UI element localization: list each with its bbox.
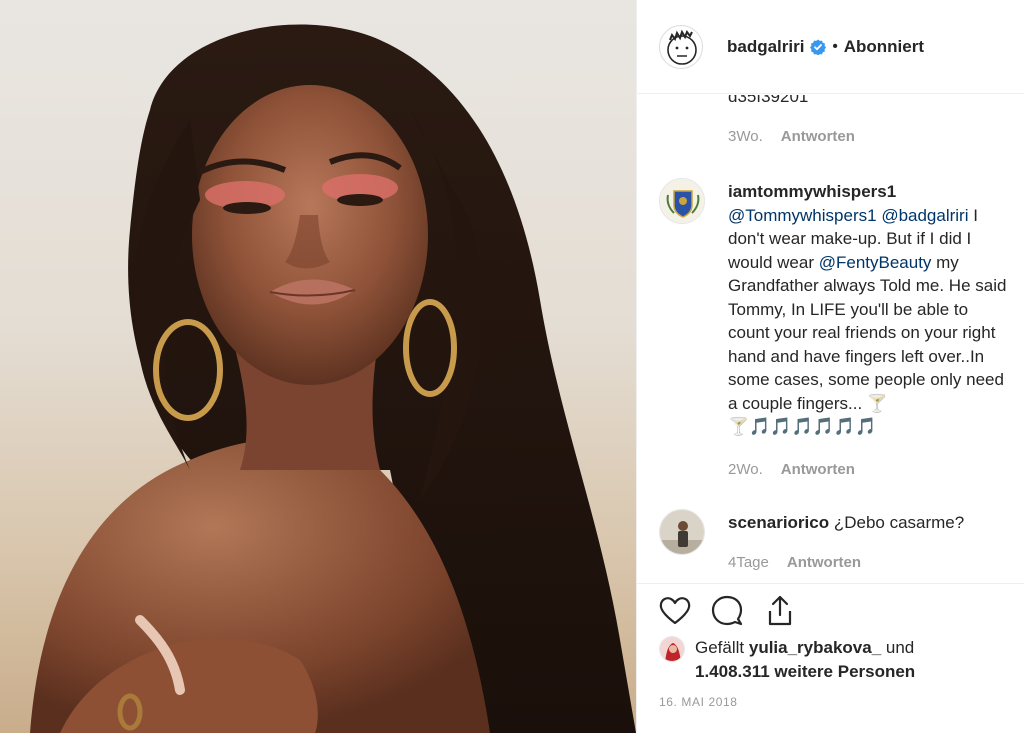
previous-comment-text: d35f39201 bbox=[728, 95, 809, 106]
post-actions: Gefällt yulia_rybakova_ und 1.408.311 we… bbox=[637, 583, 1024, 733]
comment-mention[interactable]: @Tommywhispers1 bbox=[728, 206, 877, 225]
comment-meta: 3Wo. Antworten bbox=[728, 128, 855, 145]
likes-text: Gefällt yulia_rybakova_ und 1.408.311 we… bbox=[695, 636, 915, 684]
reply-button[interactable]: Antworten bbox=[781, 461, 855, 478]
share-icon[interactable] bbox=[762, 593, 798, 629]
post-header: badgalriri • Abonniert bbox=[637, 0, 1024, 94]
comment-emoji: 🍸🎵🎵🎵🎵🎵🎵 bbox=[728, 417, 877, 436]
follow-button[interactable]: Abonniert bbox=[844, 37, 924, 57]
liker-avatar[interactable] bbox=[659, 636, 685, 662]
reply-button[interactable]: Antworten bbox=[787, 554, 861, 571]
comment-text: ¿Debo casarme? bbox=[829, 513, 965, 532]
comment-time: 4Tage bbox=[728, 554, 769, 571]
comment-mention[interactable]: @FentyBeauty bbox=[819, 253, 932, 272]
likes-count[interactable]: 1.408.311 weitere Personen bbox=[695, 662, 915, 681]
comment-icon[interactable] bbox=[709, 593, 745, 629]
heart-icon[interactable] bbox=[657, 593, 693, 629]
comment-time: 2Wo. bbox=[728, 461, 763, 478]
post-date[interactable]: 16. MAI 2018 bbox=[659, 695, 738, 709]
liker-photo-icon bbox=[660, 637, 684, 661]
likes-prefix: Gefällt bbox=[695, 638, 749, 657]
commenter-avatar[interactable] bbox=[659, 509, 705, 555]
verified-badge-icon bbox=[810, 39, 827, 55]
comment-meta: 4Tage Antworten bbox=[728, 554, 861, 571]
liker-username[interactable]: yulia_rybakova_ bbox=[749, 638, 881, 657]
likes-middle: und bbox=[881, 638, 915, 657]
post-photo[interactable] bbox=[0, 0, 636, 733]
header-separator: • bbox=[832, 38, 838, 55]
cartoon-face-icon bbox=[667, 29, 697, 65]
post-image bbox=[30, 24, 636, 733]
crest-icon bbox=[660, 179, 704, 223]
comment-text: my Grandfather always Told me. He said T… bbox=[728, 252, 1007, 413]
comment-item: scenariorico ¿Debo casarme? bbox=[728, 511, 1008, 535]
comment-item: iamtommywhispers1 @Tommywhispers1 @badga… bbox=[728, 180, 1008, 439]
comments-list[interactable]: d35f39201 3Wo. Antworten iamtommywhispers… bbox=[637, 95, 1024, 583]
comment-time: 3Wo. bbox=[728, 128, 763, 145]
person-photo-icon bbox=[660, 510, 704, 554]
comment-author[interactable]: iamtommywhispers1 bbox=[728, 182, 896, 201]
reply-button[interactable]: Antworten bbox=[781, 128, 855, 145]
author-username[interactable]: badgalriri bbox=[727, 37, 804, 57]
comment-meta: 2Wo. Antworten bbox=[728, 461, 855, 478]
post-sidebar: badgalriri • Abonniert d35f39201 3Wo. Ant… bbox=[636, 0, 1024, 733]
author-avatar[interactable] bbox=[659, 24, 703, 69]
commenter-avatar[interactable] bbox=[659, 178, 705, 224]
comment-author[interactable]: scenariorico bbox=[728, 513, 829, 532]
comment-mention[interactable]: @badgalriri bbox=[881, 206, 968, 225]
likes-summary: Gefällt yulia_rybakova_ und 1.408.311 we… bbox=[659, 636, 915, 684]
